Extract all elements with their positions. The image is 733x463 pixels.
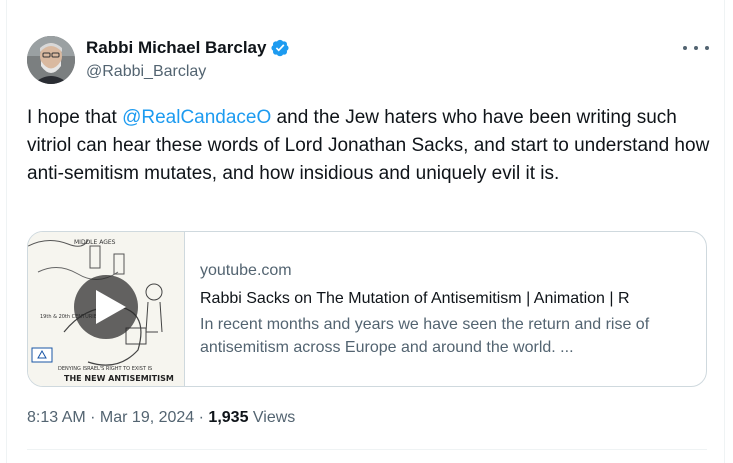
thumbnail-illustration: MIDDLE AGES 19th & 20th CENTURIES DENYIN… (28, 232, 184, 386)
avatar[interactable] (27, 36, 75, 84)
avatar-photo (27, 36, 75, 84)
divider (27, 449, 707, 450)
thumb-label-middle-ages: MIDDLE AGES (74, 239, 116, 246)
author-handle[interactable]: @Rabbi_Barclay (86, 63, 206, 81)
thumb-caption-line2: THE NEW ANTISEMITISM (64, 374, 174, 383)
tweet-time[interactable]: 8:13 AM (27, 409, 86, 426)
card-domain: youtube.com (200, 262, 292, 279)
verified-badge-icon[interactable] (270, 38, 290, 58)
link-preview-card[interactable]: MIDDLE AGES 19th & 20th CENTURIES DENYIN… (27, 231, 707, 387)
tweet-meta: 8:13 AM · Mar 19, 2024 · 1,935 Views (27, 409, 295, 427)
more-options-icon[interactable] (683, 38, 709, 58)
thumb-caption-line1: DENYING ISRAEL'S RIGHT TO EXIST IS (58, 366, 152, 372)
tweet-date[interactable]: Mar 19, 2024 (100, 409, 194, 426)
card-description: In recent months and years we have seen … (200, 316, 650, 356)
author-display-name[interactable]: Rabbi Michael Barclay (86, 38, 266, 58)
views-label: Views (248, 409, 296, 426)
meta-separator-2: · (194, 409, 209, 426)
mention-link[interactable]: @RealCandaceO (122, 107, 271, 128)
tweet-text: I hope that @RealCandaceO and the Jew ha… (27, 104, 717, 188)
meta-separator: · (85, 409, 100, 426)
views-count: 1,935 (208, 409, 249, 426)
video-thumbnail[interactable]: MIDDLE AGES 19th & 20th CENTURIES DENYIN… (28, 232, 185, 386)
tweet-text-start: I hope that (27, 107, 123, 128)
card-title[interactable]: Rabbi Sacks on The Mutation of Antisemit… (200, 288, 696, 310)
